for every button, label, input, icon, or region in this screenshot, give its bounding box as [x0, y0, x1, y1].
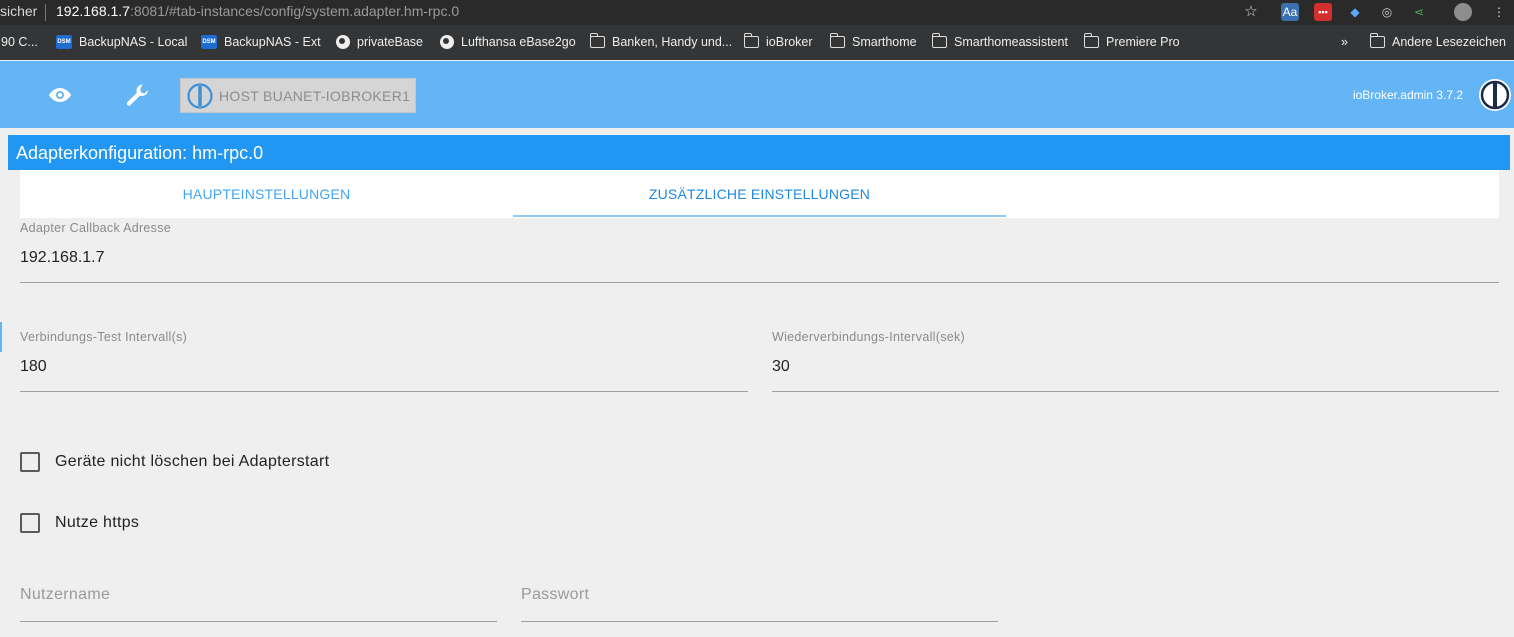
folder-icon: [829, 33, 845, 48]
bookmark-item[interactable]: Smarthomeassistent: [931, 33, 1068, 49]
use-https-option[interactable]: Nutze https: [20, 513, 139, 533]
callback-address-field[interactable]: Adapter Callback Adresse 192.168.1.7: [20, 219, 1499, 283]
field-value: 180: [20, 358, 47, 375]
dropbox-extension-icon[interactable]: ◆: [1346, 3, 1364, 21]
username-field[interactable]: Nutzername: [20, 580, 497, 624]
security-label[interactable]: sicher: [0, 3, 37, 19]
bookmark-label: privateBase: [357, 35, 424, 49]
iobroker-logo-icon: [187, 82, 213, 109]
config-tabs: HAUPTEINSTELLUNGEN ZUSÄTZLICHE EINSTELLU…: [20, 170, 1499, 218]
field-value: 30: [772, 358, 790, 375]
password-field[interactable]: Passwort: [521, 580, 998, 624]
folder-icon: [743, 33, 759, 48]
bookmarks-overflow-button[interactable]: »: [1341, 35, 1348, 49]
config-title: Adapterkonfiguration: hm-rpc.0: [8, 135, 1510, 170]
bookmark-label: 90 C...: [1, 35, 38, 49]
bookmark-item[interactable]: Banken, Handy und...: [589, 33, 733, 49]
star-icon[interactable]: ☆: [1242, 3, 1260, 21]
use-https-checkbox[interactable]: [20, 513, 40, 533]
tab-additional-settings[interactable]: ZUSÄTZLICHE EINSTELLUNGEN: [513, 170, 1006, 218]
field-label: Verbindungs-Test Intervall(s): [20, 330, 188, 344]
share-extension-icon[interactable]: ⋖: [1410, 3, 1428, 21]
folder-icon: [1369, 33, 1385, 48]
address-separator: [45, 4, 46, 21]
field-underline: [521, 621, 998, 622]
wrench-icon[interactable]: [125, 82, 151, 108]
profile-avatar-icon[interactable]: [1454, 3, 1472, 21]
dsm-icon: DSM: [56, 35, 72, 49]
folder-icon: [1083, 33, 1099, 48]
bookmark-label: BackupNAS - Local: [79, 35, 188, 49]
folder-icon: [589, 33, 605, 48]
bookmark-label: Smarthome: [852, 35, 917, 49]
bookmark-label: Andere Lesezeichen: [1392, 35, 1506, 49]
bookmark-item[interactable]: Smarthome: [829, 33, 917, 49]
dont-delete-devices-checkbox[interactable]: [20, 452, 40, 472]
field-underline: [20, 621, 497, 622]
browser-address-bar: sicher 192.168.1.7:8081/#tab-instances/c…: [0, 0, 1514, 25]
bookmark-item[interactable]: 90 C...: [1, 35, 38, 49]
iobroker-logo-icon: [1479, 79, 1511, 111]
url-host: 192.168.1.7: [56, 3, 130, 19]
url-field[interactable]: 192.168.1.7:8081/#tab-instances/config/s…: [56, 3, 459, 19]
bookmark-item[interactable]: Lufthansa eBase2go: [440, 35, 576, 49]
tab-main-settings[interactable]: HAUPTEINSTELLUNGEN: [20, 170, 513, 218]
admin-version: ioBroker.admin 3.7.2: [1352, 88, 1463, 102]
url-path: :8081/#tab-instances/config/system.adapt…: [129, 3, 460, 19]
check-interval-field[interactable]: Verbindungs-Test Intervall(s) 180: [20, 328, 748, 392]
bookmark-label: Premiere Pro: [1106, 35, 1180, 49]
active-tab-indicator: [513, 215, 1006, 217]
red-extension-icon[interactable]: ▪▪▪: [1314, 3, 1332, 21]
checkbox-label: Geräte nicht löschen bei Adapterstart: [55, 453, 330, 470]
globe-icon: [440, 35, 454, 49]
field-underline: [772, 391, 1499, 392]
bookmark-item[interactable]: DSM BackupNAS - Local: [56, 35, 187, 49]
username-input[interactable]: Nutzername: [20, 586, 110, 604]
menu-dots-icon[interactable]: ⋮: [1490, 3, 1508, 21]
bookmark-label: BackupNAS - Ext: [224, 35, 321, 49]
field-underline: [20, 282, 1499, 283]
folder-icon: [931, 33, 947, 48]
bookmark-label: Banken, Handy und...: [612, 35, 733, 49]
host-label: HOST BUANET-IOBROKER1: [219, 87, 411, 104]
bookmark-label: Lufthansa eBase2go: [461, 35, 576, 49]
field-underline: [20, 391, 748, 392]
reconnect-interval-field[interactable]: Wiederverbindungs-Intervall(sek) 30: [772, 328, 1499, 392]
field-value: 192.168.1.7: [20, 249, 105, 266]
field-label: Wiederverbindungs-Intervall(sek): [772, 330, 966, 344]
bookmark-label: ioBroker: [766, 35, 813, 49]
bookmark-item[interactable]: DSM BackupNAS - Ext: [201, 35, 321, 49]
password-input[interactable]: Passwort: [521, 586, 589, 604]
other-bookmarks-folder[interactable]: Andere Lesezeichen: [1369, 33, 1506, 49]
translate-extension-icon[interactable]: Aa: [1281, 3, 1299, 21]
circle-extension-icon[interactable]: ◎: [1378, 3, 1396, 21]
bookmark-item[interactable]: ioBroker: [743, 33, 813, 49]
dont-delete-devices-option[interactable]: Geräte nicht löschen bei Adapterstart: [20, 452, 329, 472]
field-label: Adapter Callback Adresse: [20, 221, 172, 235]
globe-icon: [336, 35, 350, 49]
bookmark-label: Smarthomeassistent: [954, 35, 1068, 49]
host-selector[interactable]: HOST BUANET-IOBROKER1: [180, 78, 416, 113]
eye-icon[interactable]: [48, 87, 72, 103]
left-edge-marker: [0, 322, 2, 352]
bookmark-item[interactable]: Premiere Pro: [1083, 33, 1180, 49]
bookmark-item[interactable]: privateBase: [336, 35, 423, 49]
bookmarks-bar: 90 C... DSM BackupNAS - Local DSM BackupNA…: [0, 25, 1514, 60]
app-header: HOST BUANET-IOBROKER1 ioBroker.admin 3.7…: [0, 61, 1514, 128]
checkbox-label: Nutze https: [55, 514, 140, 531]
dsm-icon: DSM: [201, 35, 217, 49]
